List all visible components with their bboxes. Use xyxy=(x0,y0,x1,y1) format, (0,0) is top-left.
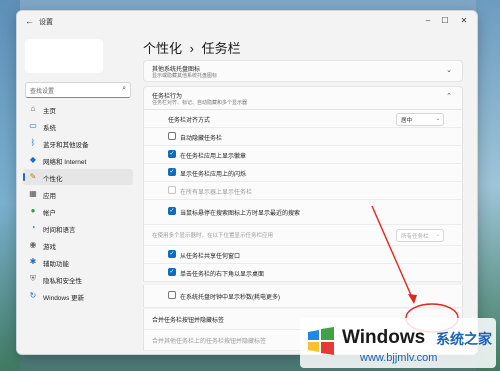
watermark: Windows 系统之家 www.bjjmlv.com xyxy=(300,318,496,368)
watermark-cn: 系统之家 xyxy=(436,331,492,347)
watermark-url: www.bjjmlv.com xyxy=(360,352,438,364)
windows-logo-icon xyxy=(308,327,334,355)
annotation-arrow-line xyxy=(371,205,415,303)
watermark-brand: Windows xyxy=(342,327,426,348)
annotation-overlay xyxy=(371,205,459,333)
annotation-arrowhead xyxy=(408,294,417,304)
